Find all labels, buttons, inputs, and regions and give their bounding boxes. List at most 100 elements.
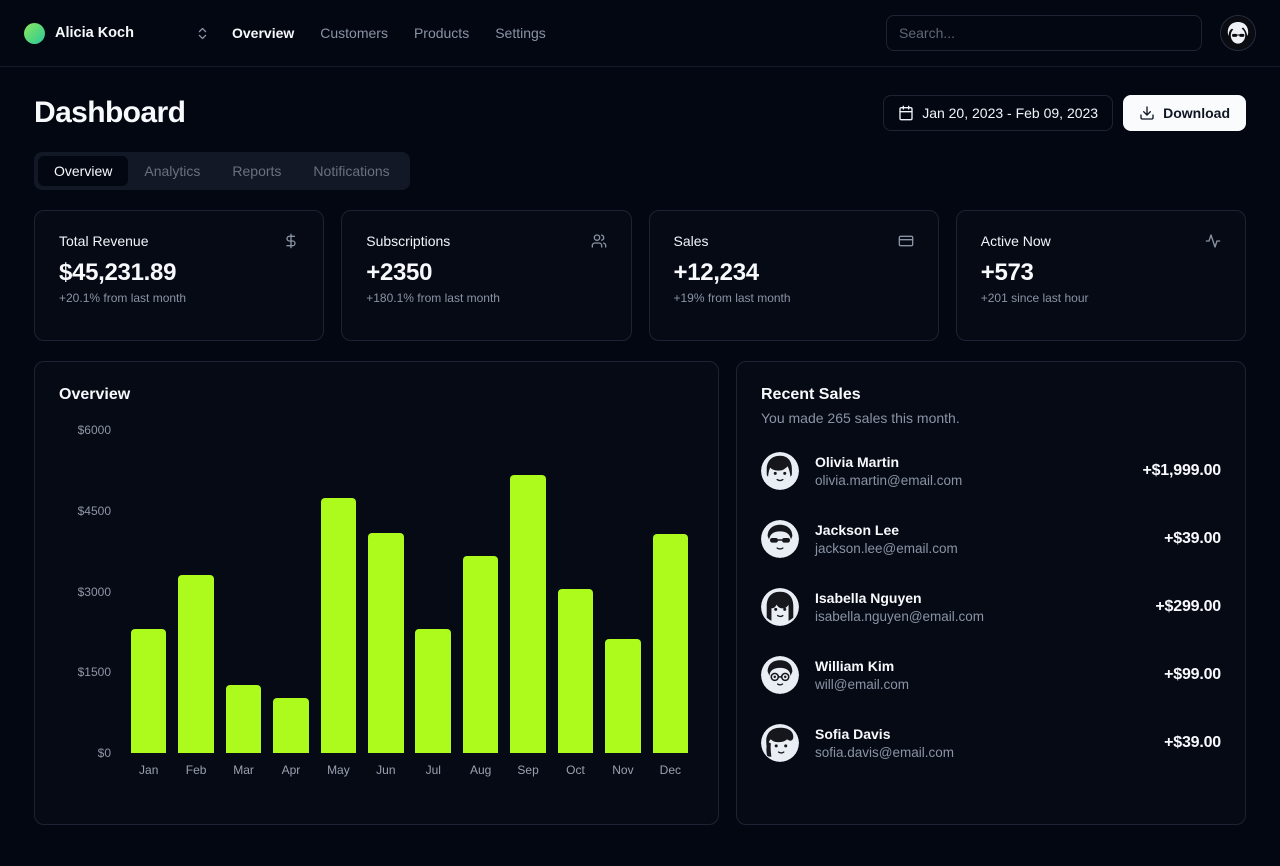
bar-jan xyxy=(131,629,167,753)
dashboard-page: Dashboard Jan 20, 2023 - Feb 09, 2023 Do… xyxy=(0,67,1280,825)
bar-column xyxy=(504,430,551,753)
tab[interactable]: Overview xyxy=(38,156,128,186)
stat-card-title: Total Revenue xyxy=(59,233,149,249)
bar-column xyxy=(125,430,172,753)
bar-jun xyxy=(368,533,404,753)
customer-email: olivia.martin@email.com xyxy=(815,473,962,488)
download-label: Download xyxy=(1163,105,1230,121)
tab[interactable]: Analytics xyxy=(128,156,216,186)
bar-chart-plot xyxy=(125,430,694,753)
x-axis-label: Sep xyxy=(504,763,551,777)
y-axis-tick: $6000 xyxy=(78,423,111,437)
chart-y-axis: $6000$4500$3000$1500$0 xyxy=(59,430,125,753)
bar-chart: $6000$4500$3000$1500$0 JanFebMarAprMayJu… xyxy=(59,430,694,777)
nav-link[interactable]: Customers xyxy=(320,25,388,41)
date-range-label: Jan 20, 2023 - Feb 09, 2023 xyxy=(922,105,1098,121)
y-axis-tick: $1500 xyxy=(78,665,111,679)
bar-column xyxy=(267,430,314,753)
bar-column xyxy=(457,430,504,753)
stat-change: +180.1% from last month xyxy=(366,291,606,305)
bar-column xyxy=(315,430,362,753)
x-axis-label: Jan xyxy=(125,763,172,777)
sale-list-item: William Kim will@email.com +$99.00 xyxy=(761,656,1221,694)
x-axis-label: Aug xyxy=(457,763,504,777)
nav-link[interactable]: Products xyxy=(414,25,469,41)
stat-card-title: Active Now xyxy=(981,233,1051,249)
calendar-icon xyxy=(898,105,914,121)
customer-email: jackson.lee@email.com xyxy=(815,541,958,556)
dollar-sign-icon xyxy=(283,233,299,249)
header-actions: Jan 20, 2023 - Feb 09, 2023 Download xyxy=(883,95,1246,131)
bar-column xyxy=(362,430,409,753)
chevrons-up-down-icon xyxy=(195,26,210,41)
stat-card: Active Now +573 +201 since last hour xyxy=(956,210,1246,341)
x-axis-label: May xyxy=(315,763,362,777)
bar-column xyxy=(647,430,694,753)
team-name: Alicia Koch xyxy=(55,25,195,41)
download-button[interactable]: Download xyxy=(1123,95,1246,131)
bar-column xyxy=(410,430,457,753)
y-axis-tick: $0 xyxy=(98,746,111,760)
bar-jul xyxy=(415,629,451,753)
sale-amount: +$1,999.00 xyxy=(1142,462,1221,480)
customer-avatar xyxy=(761,452,799,490)
download-icon xyxy=(1139,105,1155,121)
bar-aug xyxy=(463,556,499,753)
y-axis-tick: $4500 xyxy=(78,504,111,518)
sale-amount: +$99.00 xyxy=(1164,666,1221,684)
stat-change: +201 since last hour xyxy=(981,291,1221,305)
sale-list-item: Sofia Davis sofia.davis@email.com +$39.0… xyxy=(761,724,1221,762)
bar-may xyxy=(321,498,357,753)
tab-list: OverviewAnalyticsReportsNotifications xyxy=(34,152,410,190)
chart-x-axis: JanFebMarAprMayJunJulAugSepOctNovDec xyxy=(125,763,694,777)
stat-card: Sales +12,234 +19% from last month xyxy=(649,210,939,341)
x-axis-label: Feb xyxy=(172,763,219,777)
customer-name: William Kim xyxy=(815,658,909,674)
recent-sales-list: Olivia Martin olivia.martin@email.com +$… xyxy=(761,452,1221,762)
nav-link[interactable]: Settings xyxy=(495,25,546,41)
customer-name: Olivia Martin xyxy=(815,454,962,470)
customer-email: sofia.davis@email.com xyxy=(815,745,954,760)
stat-change: +19% from last month xyxy=(674,291,914,305)
customer-avatar xyxy=(761,724,799,762)
team-logo-avatar xyxy=(24,23,45,44)
stat-change: +20.1% from last month xyxy=(59,291,299,305)
nav-link[interactable]: Overview xyxy=(232,25,294,41)
customer-name: Sofia Davis xyxy=(815,726,954,742)
team-switcher[interactable]: Alicia Koch xyxy=(24,23,210,44)
search-input[interactable] xyxy=(886,15,1202,51)
page-header: Dashboard Jan 20, 2023 - Feb 09, 2023 Do… xyxy=(34,95,1246,131)
main-nav: Overview Customers Products Settings xyxy=(232,25,546,41)
stat-card-title: Subscriptions xyxy=(366,233,450,249)
bar-oct xyxy=(558,589,594,753)
customer-name: Jackson Lee xyxy=(815,522,958,538)
stat-card-title: Sales xyxy=(674,233,709,249)
recent-sales-card: Recent Sales You made 265 sales this mon… xyxy=(736,361,1246,825)
users-icon xyxy=(591,233,607,249)
bar-column xyxy=(220,430,267,753)
tab[interactable]: Notifications xyxy=(297,156,405,186)
bar-apr xyxy=(273,698,309,753)
x-axis-label: Apr xyxy=(267,763,314,777)
customer-name: Isabella Nguyen xyxy=(815,590,984,606)
tab[interactable]: Reports xyxy=(216,156,297,186)
x-axis-label: Jun xyxy=(362,763,409,777)
x-axis-label: Dec xyxy=(647,763,694,777)
bar-feb xyxy=(178,575,214,753)
customer-avatar xyxy=(761,588,799,626)
x-axis-label: Oct xyxy=(552,763,599,777)
sale-amount: +$39.00 xyxy=(1164,734,1221,752)
user-avatar[interactable] xyxy=(1220,15,1256,51)
stat-value: $45,231.89 xyxy=(59,259,299,287)
stat-card: Subscriptions +2350 +180.1% from last mo… xyxy=(341,210,631,341)
activity-icon xyxy=(1205,233,1221,249)
bar-sep xyxy=(510,475,546,753)
top-navbar: Alicia Koch Overview Customers Products Set… xyxy=(0,0,1280,67)
bar-column xyxy=(599,430,646,753)
stat-value: +12,234 xyxy=(674,259,914,287)
credit-card-icon xyxy=(898,233,914,249)
date-range-picker-button[interactable]: Jan 20, 2023 - Feb 09, 2023 xyxy=(883,95,1113,131)
stats-grid: Total Revenue $45,231.89 +20.1% from las… xyxy=(34,210,1246,341)
page-title: Dashboard xyxy=(34,96,185,130)
customer-email: isabella.nguyen@email.com xyxy=(815,609,984,624)
